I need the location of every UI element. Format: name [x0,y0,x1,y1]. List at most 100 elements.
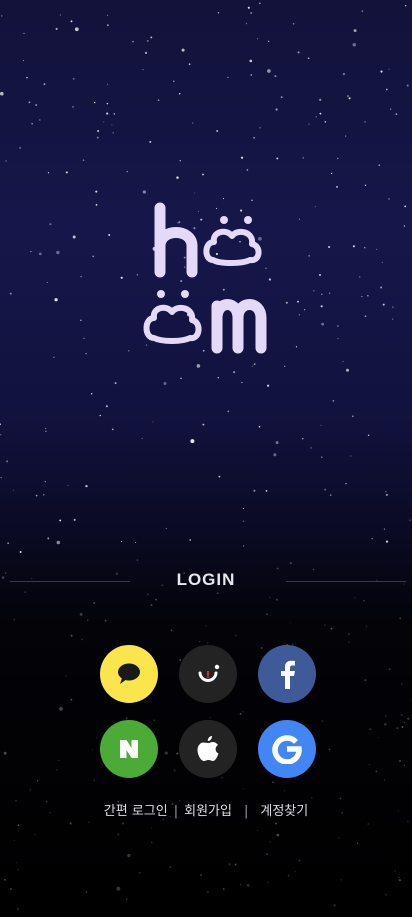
star [361,296,363,298]
star [324,488,327,491]
star [253,363,256,365]
star [94,101,96,104]
star [342,360,344,363]
star [196,364,201,368]
star [47,172,50,174]
star [65,675,67,677]
star [384,779,386,781]
star [24,591,26,593]
star [353,29,357,33]
star [266,853,268,855]
star [113,113,115,115]
star [239,883,242,886]
star [385,88,388,91]
star [217,376,220,379]
star [383,528,385,530]
star [90,393,93,395]
star [340,879,342,881]
star [162,818,164,821]
star [346,368,349,372]
star [95,204,98,206]
star [243,507,245,509]
star [313,290,315,292]
find-account-link[interactable]: 계정찾기 [260,800,308,819]
star [92,255,95,258]
star [217,12,220,14]
star [371,537,373,540]
star [192,122,194,124]
star [345,482,347,485]
easy-login-link[interactable]: 간편 로그인 [104,800,168,819]
star [56,250,60,255]
star [321,293,323,296]
star [127,349,130,352]
star [189,539,191,541]
star [169,865,172,868]
google-g-icon [272,735,302,764]
star [106,112,109,115]
star [243,788,245,789]
star [319,98,322,101]
star [87,619,89,621]
star [176,176,179,179]
star [251,365,253,367]
star [85,352,87,355]
smile-login-button[interactable] [179,645,237,703]
star [36,780,39,782]
star [367,434,370,437]
star [275,598,278,601]
star [95,737,98,739]
star [287,874,290,877]
google-login-button[interactable] [258,720,316,778]
kakao-login-button[interactable] [100,645,158,703]
star [65,171,68,174]
star [117,833,120,836]
star [294,870,296,872]
star [19,147,21,149]
signup-link[interactable]: 회원가입 [184,800,232,819]
star [289,562,292,565]
star [163,382,167,385]
star [173,80,175,83]
star [330,172,333,175]
star [276,833,280,837]
star [45,427,47,429]
star [404,4,407,7]
apple-login-button[interactable] [179,720,237,778]
star [317,752,319,755]
star [275,822,277,825]
star [295,346,298,348]
star [257,38,259,40]
star [301,437,304,440]
star [45,430,47,433]
star [116,886,121,891]
star [298,218,301,220]
star [205,625,207,627]
star [319,274,321,276]
star [4,878,6,881]
star [38,252,42,256]
star [44,481,46,483]
star [82,159,85,161]
naver-login-button[interactable] [100,720,158,778]
star [31,123,33,125]
star [150,827,153,829]
star [310,447,312,449]
star [146,39,149,42]
star [80,275,82,278]
star [5,160,7,162]
star [385,893,387,896]
star [308,255,311,257]
star [328,245,331,249]
facebook-login-button[interactable] [258,645,316,703]
star [267,384,270,387]
star [144,51,148,55]
star [311,797,313,799]
star [106,102,109,105]
star [242,520,244,522]
star [16,862,18,864]
star [202,423,205,426]
star [348,97,351,100]
star [108,234,111,236]
star [259,2,261,4]
